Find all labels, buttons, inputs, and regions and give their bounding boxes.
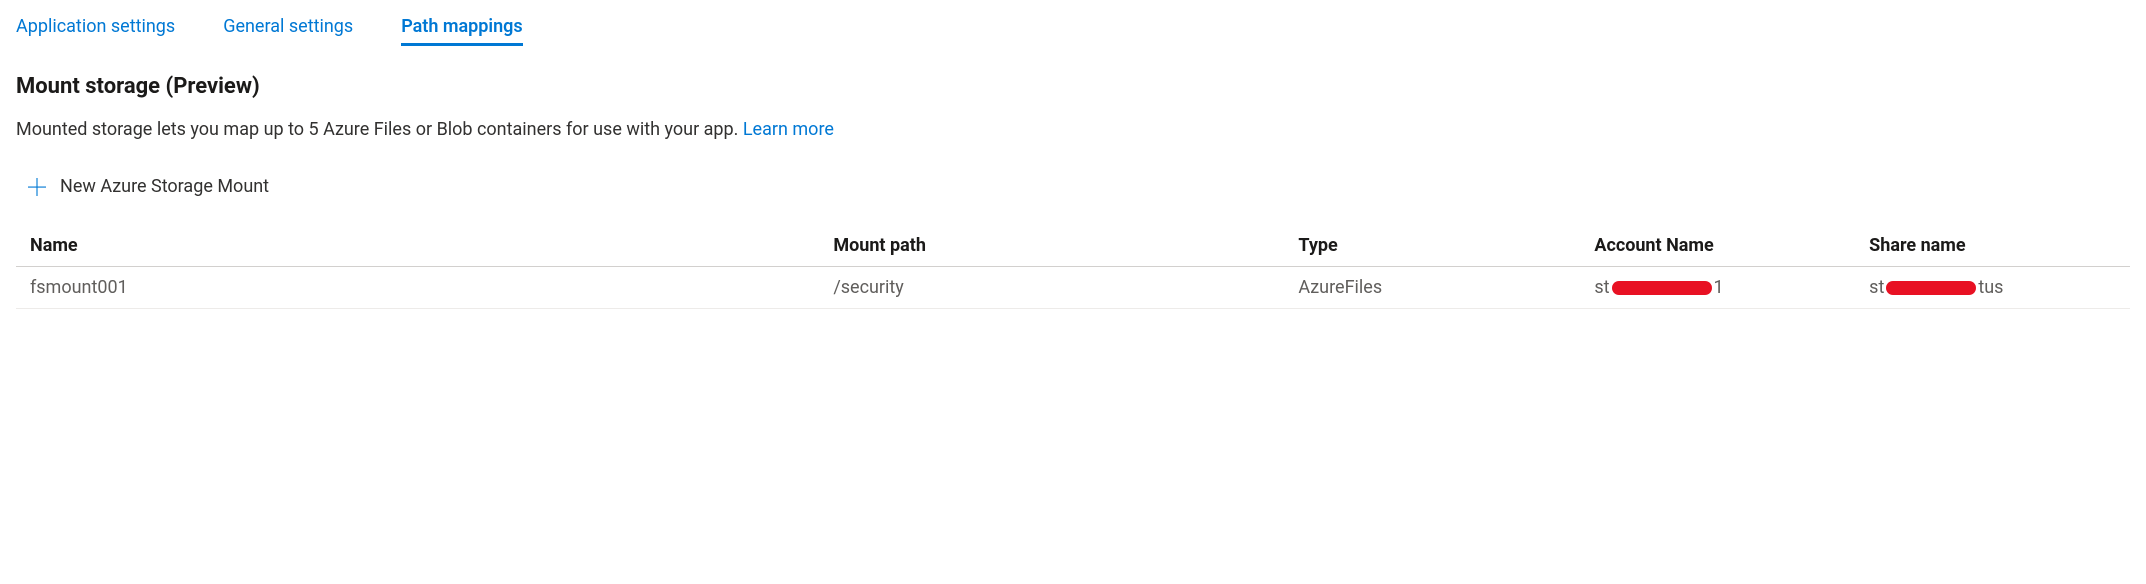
new-storage-mount-label: New Azure Storage Mount	[60, 176, 269, 197]
share-name-suffix: tus	[1978, 277, 2003, 298]
cell-type: AzureFiles	[1284, 267, 1580, 309]
cell-mount-path: /security	[819, 267, 1284, 309]
section-description: Mounted storage lets you map up to 5 Azu…	[16, 119, 2130, 140]
tab-general-settings[interactable]: General settings	[223, 16, 353, 46]
tab-path-mappings[interactable]: Path mappings	[401, 16, 522, 46]
section-heading: Mount storage (Preview)	[16, 74, 2130, 99]
column-header-mount-path[interactable]: Mount path	[819, 225, 1284, 267]
redaction-mark	[1886, 281, 1976, 295]
column-header-type[interactable]: Type	[1284, 225, 1580, 267]
cell-account-name: st 1	[1580, 267, 1855, 309]
tabs-bar: Application settings General settings Pa…	[16, 16, 2130, 46]
plus-icon	[28, 178, 46, 196]
column-header-share-name[interactable]: Share name	[1855, 225, 2130, 267]
storage-mounts-table: Name Mount path Type Account Name Share …	[16, 225, 2130, 309]
column-header-name[interactable]: Name	[16, 225, 819, 267]
learn-more-link[interactable]: Learn more	[743, 119, 834, 140]
account-name-prefix: st	[1594, 277, 1609, 298]
cell-name: fsmount001	[16, 267, 819, 309]
new-storage-mount-button[interactable]: New Azure Storage Mount	[28, 176, 2130, 197]
description-text: Mounted storage lets you map up to 5 Azu…	[16, 119, 743, 140]
share-name-prefix: st	[1869, 277, 1884, 298]
account-name-suffix: 1	[1714, 277, 1724, 298]
column-header-account-name[interactable]: Account Name	[1580, 225, 1855, 267]
tab-application-settings[interactable]: Application settings	[16, 16, 175, 46]
cell-share-name: st tus	[1855, 267, 2130, 309]
redaction-mark	[1612, 281, 1712, 295]
table-row[interactable]: fsmount001 /security AzureFiles st 1 st tu…	[16, 267, 2130, 309]
